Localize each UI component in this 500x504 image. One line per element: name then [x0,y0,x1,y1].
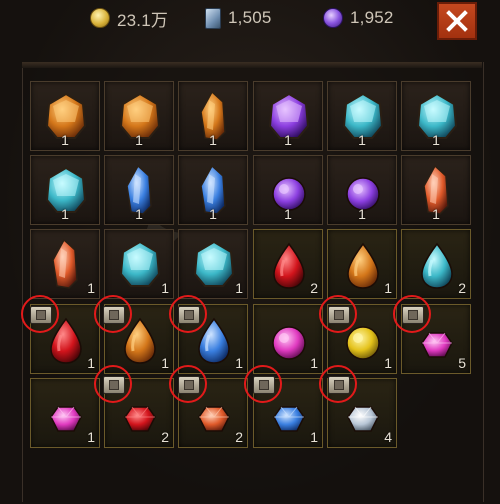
inventory-slot[interactable]: 1 [401,155,471,225]
item-count: 2 [161,429,169,445]
card-icon [205,7,221,29]
item-count: 1 [161,280,169,296]
purple-orb-icon [323,8,343,28]
highlight-ring [319,365,357,403]
orb-currency: 1,952 [323,8,394,28]
inventory-slot[interactable]: 1 [104,229,174,299]
inventory-slot[interactable]: 1 [178,155,248,225]
inventory-slot[interactable]: 1 [30,81,100,151]
item-count: 1 [87,280,95,296]
item-count: 1 [310,355,318,371]
inventory-slot[interactable]: 2 [401,229,471,299]
item-count: 1 [135,206,143,222]
highlight-ring [244,365,282,403]
item-count: 1 [284,132,292,148]
highlight-ring [94,295,132,333]
item-count: 1 [209,206,217,222]
close-button[interactable] [437,2,477,40]
inventory-slot[interactable]: 2 [253,229,323,299]
panel-header-strip [22,62,482,68]
card-currency: 1,505 [205,7,272,29]
inventory-slot[interactable]: 1 [401,81,471,151]
item-count: 1 [358,132,366,148]
item-count: 1 [87,355,95,371]
highlight-ring [169,365,207,403]
inventory-slot[interactable]: 1 [178,229,248,299]
inventory-slot[interactable]: 1 [104,155,174,225]
highlight-ring [21,295,59,333]
gold-currency: 23.1万 [90,8,169,30]
highlight-ring [319,295,357,333]
item-count: 1 [61,206,69,222]
item-count: 1 [161,355,169,371]
inventory-slot[interactable]: 1 [253,81,323,151]
item-count: 1 [235,280,243,296]
inventory-slot[interactable]: 1 [30,378,100,448]
inventory-slot[interactable]: 1 [30,229,100,299]
orb-amount: 1,952 [350,8,394,27]
item-count: 1 [61,132,69,148]
item-count: 1 [284,206,292,222]
item-count: 1 [432,206,440,222]
gold-amount: 23.1万 [117,10,169,30]
inventory-slot[interactable]: 1 [327,81,397,151]
item-count: 1 [310,429,318,445]
item-count: 2 [458,280,466,296]
item-count: 1 [209,132,217,148]
gold-coin-icon [90,8,110,28]
highlight-ring [169,295,207,333]
inventory-slot[interactable]: 1 [104,81,174,151]
item-count: 1 [358,206,366,222]
highlight-ring [94,365,132,403]
card-amount: 1,505 [228,8,272,27]
item-count: 1 [87,429,95,445]
close-icon [446,10,468,32]
item-count: 1 [384,280,392,296]
inventory-slot[interactable]: 1 [327,155,397,225]
item-count: 5 [458,355,466,371]
inventory-slot[interactable]: 1 [253,304,323,374]
item-count: 1 [235,355,243,371]
item-count: 2 [235,429,243,445]
item-count: 2 [310,280,318,296]
item-count: 1 [135,132,143,148]
inventory-slot[interactable]: 1 [178,81,248,151]
inventory-slot[interactable]: 1 [327,229,397,299]
item-count: 4 [384,429,392,445]
item-count: 1 [432,132,440,148]
inventory-slot[interactable]: 1 [30,155,100,225]
highlight-ring [393,295,431,333]
currency-bar: 23.1万 1,505 1,952 [0,0,500,40]
item-count: 1 [384,355,392,371]
inventory-slot[interactable]: 1 [253,155,323,225]
